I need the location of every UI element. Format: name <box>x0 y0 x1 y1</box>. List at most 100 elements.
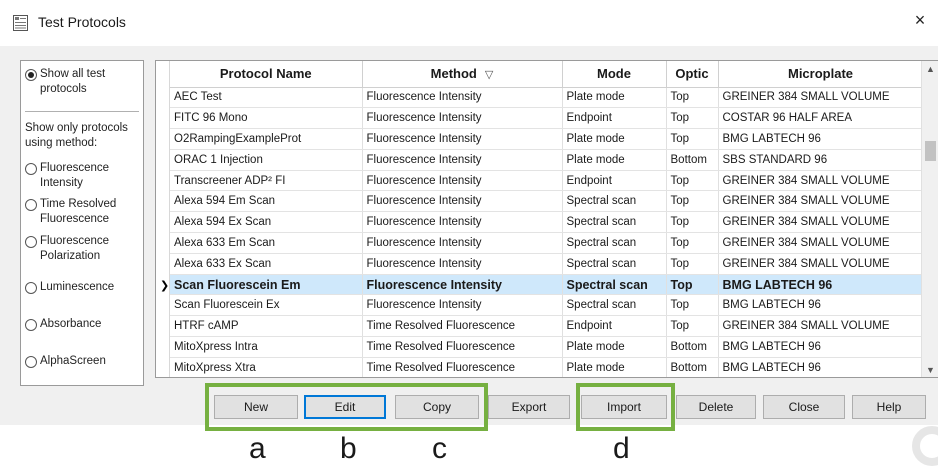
cell-mode: Plate mode <box>562 149 667 171</box>
cell-mode: Endpoint <box>562 315 667 338</box>
radio-luminescence[interactable]: Luminescence <box>25 280 143 295</box>
title-bar: Test Protocols × <box>0 0 938 46</box>
radio-button[interactable] <box>25 319 37 331</box>
cell-optic: Top <box>666 170 719 192</box>
radio-fluorescence-polarization[interactable]: Fluorescence Polarization <box>25 234 143 264</box>
cell-optic: Top <box>666 232 719 254</box>
table-row[interactable]: Alexa 633 Ex Scan Fluorescence Intensity S… <box>170 253 924 275</box>
cell-name: MitoXpress Intra <box>170 336 363 358</box>
cell-microplate: GREINER 384 SMALL VOLUME <box>718 211 924 234</box>
cell-optic: Top <box>666 107 719 130</box>
cell-microplate: COSTAR 96 HALF AREA <box>718 107 924 130</box>
cell-optic: Top <box>666 128 719 150</box>
window-title: Test Protocols <box>38 14 126 30</box>
separator <box>25 111 139 112</box>
delete-button[interactable]: Delete <box>676 395 756 419</box>
close-button[interactable]: Close <box>763 395 845 419</box>
help-button[interactable]: Help <box>852 395 926 419</box>
table-row[interactable]: MitoXpress Xtra Time Resolved Fluorescenc… <box>170 357 924 377</box>
annotation-label-c: c <box>432 432 447 465</box>
cell-name: O2RampingExampleProt <box>170 128 363 150</box>
sort-indicator-icon: ▽ <box>484 69 494 82</box>
scroll-down-icon[interactable]: ▼ <box>922 362 938 377</box>
cell-method: Fluorescence Intensity <box>362 274 563 296</box>
header-row: Protocol Name Method ▽ Mode Optic Micropl… <box>170 61 924 88</box>
cell-name: Alexa 633 Ex Scan <box>170 253 363 275</box>
table-row[interactable]: Scan Fluorescein Ex Fluorescence Intensit… <box>170 294 924 317</box>
cell-method: Fluorescence Intensity <box>362 253 563 275</box>
protocol-list-icon <box>13 15 28 31</box>
cell-name: MitoXpress Xtra <box>170 357 363 377</box>
cell-method: Fluorescence Intensity <box>362 128 563 150</box>
annotation-label-d: d <box>613 432 630 465</box>
protocol-table: ❯ Protocol Name Method ▽ Mode Optic Micro… <box>155 60 938 378</box>
cell-optic: Bottom <box>666 336 719 358</box>
radio-button[interactable] <box>25 356 37 368</box>
cell-mode: Plate mode <box>562 357 667 377</box>
table-row[interactable]: AEC Test Fluorescence Intensity Plate mode… <box>170 87 924 109</box>
cell-optic: Bottom <box>666 357 719 377</box>
cell-method: Time Resolved Fluorescence <box>362 336 563 358</box>
protocol-grid: Protocol Name Method ▽ Mode Optic Micropl… <box>170 61 924 377</box>
table-row[interactable]: Alexa 594 Em Scan Fluorescence Intensity S… <box>170 190 924 213</box>
cell-microplate: GREINER 384 SMALL VOLUME <box>718 232 924 254</box>
scroll-thumb[interactable] <box>925 141 936 161</box>
cell-name: Transcreener ADP² FI <box>170 170 363 192</box>
table-row[interactable]: MitoXpress Intra Time Resolved Fluorescen… <box>170 336 924 358</box>
table-row[interactable]: Alexa 594 Ex Scan Fluorescence Intensity S… <box>170 211 924 234</box>
table-row[interactable]: ORAC 1 Injection Fluorescence Intensity Pl… <box>170 149 924 171</box>
table-row[interactable]: O2RampingExampleProt Fluorescence Intensi… <box>170 128 924 150</box>
radio-button[interactable] <box>25 236 37 248</box>
table-row[interactable]: FITC 96 Mono Fluorescence Intensity Endpoi… <box>170 107 924 130</box>
column-header-mode[interactable]: Mode <box>562 61 667 88</box>
cell-mode: Spectral scan <box>562 190 667 213</box>
cell-method: Fluorescence Intensity <box>362 190 563 213</box>
cell-name: ORAC 1 Injection <box>170 149 363 171</box>
radio-fluorescence-intensity[interactable]: Fluorescence Intensity <box>25 161 143 191</box>
annotation-label-b: b <box>340 432 357 465</box>
cell-microplate: BMG LABTECH 96 <box>718 294 924 317</box>
filter-caption: Show only protocols using method: <box>25 122 128 149</box>
column-header-microplate[interactable]: Microplate <box>718 61 924 88</box>
vertical-scrollbar[interactable]: ▲ ▼ <box>921 61 938 377</box>
table-row[interactable]: HTRF cAMP Time Resolved Fluorescence Endpo… <box>170 315 924 338</box>
cell-microplate: BMG LABTECH 96 <box>718 274 924 296</box>
column-header-method[interactable]: Method ▽ <box>362 61 563 88</box>
cell-microplate: GREINER 384 SMALL VOLUME <box>718 87 924 109</box>
radio-show-all[interactable]: Show all test protocols <box>25 67 143 97</box>
radio-button[interactable] <box>25 282 37 294</box>
cell-name: Scan Fluorescein Em <box>170 274 363 296</box>
row-header-column <box>156 61 170 377</box>
column-header-optic[interactable]: Optic <box>666 61 719 88</box>
radio-label: Fluorescence Intensity <box>40 162 110 189</box>
cell-microplate: BMG LABTECH 96 <box>718 128 924 150</box>
table-row-selected[interactable]: Scan Fluorescein Em Fluorescence Intensit… <box>170 274 924 296</box>
radio-button[interactable] <box>25 163 37 175</box>
cell-optic: Top <box>666 253 719 275</box>
cell-name: Alexa 594 Em Scan <box>170 190 363 213</box>
cell-name: AEC Test <box>170 87 363 109</box>
cell-name: FITC 96 Mono <box>170 107 363 130</box>
radio-label: Fluorescence Polarization <box>40 235 110 262</box>
cell-mode: Endpoint <box>562 107 667 130</box>
cell-method: Time Resolved Fluorescence <box>362 357 563 377</box>
decorative-ring-icon <box>912 426 938 466</box>
column-header-protocol-name[interactable]: Protocol Name <box>170 61 363 88</box>
cell-name: Alexa 594 Ex Scan <box>170 211 363 234</box>
cell-mode: Spectral scan <box>562 274 667 296</box>
cell-microplate: SBS STANDARD 96 <box>718 149 924 171</box>
radio-button[interactable] <box>25 199 37 211</box>
cell-name: Scan Fluorescein Ex <box>170 294 363 317</box>
cell-microplate: BMG LABTECH 96 <box>718 336 924 358</box>
radio-time-resolved-fluorescence[interactable]: Time Resolved Fluorescence <box>25 197 143 227</box>
close-icon[interactable]: × <box>910 10 930 30</box>
cell-name: Alexa 633 Em Scan <box>170 232 363 254</box>
radio-alphascreen[interactable]: AlphaScreen <box>25 354 143 369</box>
table-row[interactable]: Alexa 633 Em Scan Fluorescence Intensity S… <box>170 232 924 254</box>
scroll-up-icon[interactable]: ▲ <box>922 61 938 78</box>
export-button[interactable]: Export <box>488 395 570 419</box>
table-row[interactable]: Transcreener ADP² FI Fluorescence Intensi… <box>170 170 924 192</box>
radio-button-checked[interactable] <box>25 69 37 81</box>
cell-method: Fluorescence Intensity <box>362 294 563 317</box>
radio-absorbance[interactable]: Absorbance <box>25 317 143 332</box>
